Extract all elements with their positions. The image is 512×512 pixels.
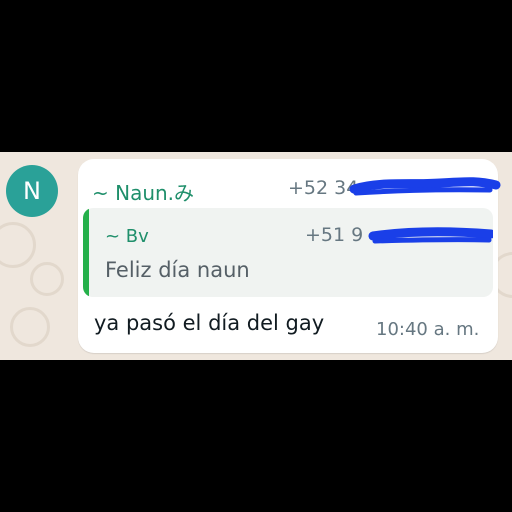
message-timestamp: 10:40 a. m. bbox=[376, 319, 480, 340]
message-text: ya pasó el día del gay bbox=[94, 311, 325, 335]
phone-redaction-scribble bbox=[368, 227, 493, 244]
avatar-initial: N bbox=[23, 177, 41, 205]
avatar[interactable]: N bbox=[6, 165, 58, 217]
message-bubble[interactable]: ~ Naun.み +52 34 ~ Bv +51 9 Feliz día nau… bbox=[78, 159, 501, 353]
quoted-sender-name: ~ Bv bbox=[105, 226, 149, 247]
quoted-text: Feliz día naun bbox=[105, 258, 250, 282]
sender-phone: +52 34 bbox=[288, 177, 359, 199]
wallpaper-doodle bbox=[10, 307, 50, 347]
quoted-sender-phone: +51 9 bbox=[305, 224, 364, 246]
wallpaper-doodle bbox=[0, 222, 36, 268]
phone-redaction-scribble bbox=[349, 177, 501, 196]
sender-name[interactable]: ~ Naun.み bbox=[92, 177, 194, 206]
wallpaper-doodle bbox=[30, 262, 64, 296]
quote-bar bbox=[83, 208, 89, 297]
quoted-message[interactable]: ~ Bv +51 9 Feliz día naun bbox=[83, 208, 493, 297]
chat-area: N ~ Naun.み +52 34 ~ Bv +51 9 Feliz día n… bbox=[0, 152, 512, 360]
